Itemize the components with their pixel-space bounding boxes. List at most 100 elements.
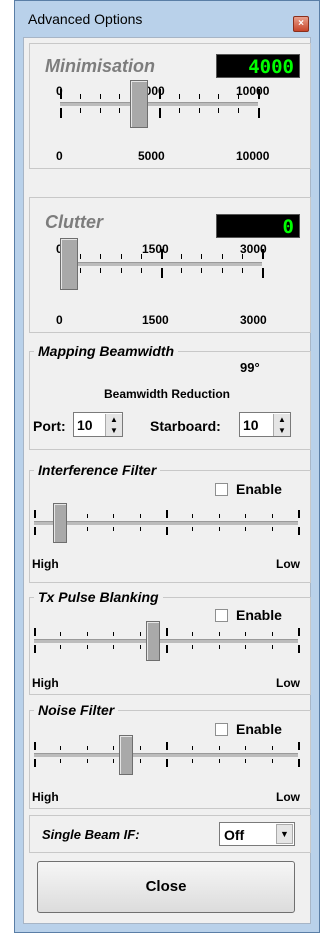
slider-track[interactable]: [34, 521, 298, 525]
slider-tick: [80, 94, 81, 99]
slider-tick: [181, 268, 182, 273]
clutter-slider[interactable]: [30, 198, 310, 332]
port-spinner[interactable]: 10 ▲ ▼: [73, 412, 123, 437]
port-up-icon[interactable]: ▲: [105, 414, 122, 425]
slider-tick: [140, 632, 141, 636]
slider-tick: [87, 746, 88, 750]
slider-tick: [100, 254, 101, 259]
slider-tick: [272, 527, 273, 531]
advanced-options-window: Advanced Options × Minimisation 4000 0 5…: [14, 0, 320, 933]
single-beam-if-select[interactable]: Off ▼: [219, 822, 295, 846]
slider-tick: [272, 759, 273, 763]
slider-tick: [181, 254, 182, 259]
mapping-beamwidth-title: Mapping Beamwidth: [34, 343, 179, 359]
slider-tick: [192, 632, 193, 636]
single-beam-if-label: Single Beam IF:: [42, 827, 140, 842]
slider-tick: [218, 94, 219, 99]
slider-tick: [298, 742, 300, 750]
slider-tick: [87, 514, 88, 518]
slider-tick: [192, 527, 193, 531]
slider-thumb[interactable]: [53, 503, 67, 543]
slider-tick: [298, 645, 300, 653]
slider-tick: [201, 268, 202, 273]
slider-tick: [298, 510, 300, 518]
slider-thumb[interactable]: [119, 735, 133, 775]
beamwidth-reduction-label: Beamwidth Reduction: [104, 387, 231, 401]
slider-tick: [87, 527, 88, 531]
tx-pulse-slider[interactable]: [30, 598, 310, 694]
slider-tick: [166, 645, 168, 653]
starboard-label: Starboard:: [150, 418, 221, 434]
starboard-up-icon[interactable]: ▲: [273, 414, 290, 425]
port-value: 10: [77, 417, 93, 433]
slider-tick: [166, 510, 168, 518]
close-button[interactable]: Close: [37, 861, 295, 913]
slider-thumb[interactable]: [130, 80, 148, 128]
slider-tick: [113, 514, 114, 518]
slider-tick: [161, 268, 163, 278]
slider-tick: [119, 94, 120, 99]
slider-tick: [113, 759, 114, 763]
beamwidth-angle: 99°: [240, 360, 260, 375]
starboard-spinner[interactable]: 10 ▲ ▼: [239, 412, 291, 437]
tx-pulse-high-label: High: [32, 676, 59, 690]
port-label: Port:: [33, 418, 66, 434]
slider-tick: [121, 254, 122, 259]
slider-tick: [245, 514, 246, 518]
slider-tick: [113, 645, 114, 649]
interference-slider[interactable]: [30, 471, 310, 582]
slider-tick: [60, 89, 62, 99]
slider-track[interactable]: [60, 262, 262, 266]
chevron-down-icon[interactable]: ▼: [276, 824, 293, 844]
slider-tick: [34, 645, 36, 653]
interference-filter-group: Interference Filter Enable High Low: [29, 462, 311, 583]
noise-high-label: High: [32, 790, 59, 804]
slider-tick: [222, 268, 223, 273]
slider-tick: [80, 108, 81, 113]
slider-track[interactable]: [34, 753, 298, 757]
slider-tick: [219, 759, 220, 763]
slider-thumb[interactable]: [60, 238, 78, 290]
slider-tick: [100, 94, 101, 99]
slider-tick: [272, 514, 273, 518]
slider-tick: [34, 742, 36, 750]
slider-tick: [87, 632, 88, 636]
slider-thumb[interactable]: [146, 621, 160, 661]
noise-filter-group: Noise Filter Enable High Low: [29, 702, 311, 809]
close-icon[interactable]: ×: [293, 16, 309, 32]
slider-tick: [34, 628, 36, 636]
noise-low-label: Low: [276, 790, 300, 804]
slider-track[interactable]: [60, 102, 258, 106]
starboard-down-icon[interactable]: ▼: [273, 425, 290, 436]
slider-track[interactable]: [34, 639, 298, 643]
slider-tick: [60, 759, 61, 763]
slider-tick: [298, 628, 300, 636]
slider-tick: [192, 645, 193, 649]
slider-tick: [272, 746, 273, 750]
slider-tick: [245, 645, 246, 649]
minimisation-scale-min-bottom: 0: [56, 149, 63, 163]
port-down-icon[interactable]: ▼: [105, 425, 122, 436]
slider-tick: [219, 514, 220, 518]
slider-tick: [201, 254, 202, 259]
slider-tick: [166, 759, 168, 767]
slider-tick: [238, 94, 239, 99]
slider-tick: [219, 632, 220, 636]
slider-tick: [272, 645, 273, 649]
single-beam-if-panel: Single Beam IF: Off ▼: [29, 815, 311, 853]
slider-tick: [245, 527, 246, 531]
slider-tick: [258, 108, 260, 118]
slider-tick: [219, 645, 220, 649]
tx-pulse-blanking-group: Tx Pulse Blanking Enable High Low: [29, 589, 311, 695]
slider-tick: [262, 249, 264, 259]
noise-slider[interactable]: [30, 711, 310, 808]
slider-tick: [298, 759, 300, 767]
clutter-panel: Clutter 0 0 1500 3000 0 1500 3000: [29, 197, 311, 333]
slider-tick: [80, 268, 81, 273]
slider-tick: [119, 108, 120, 113]
slider-tick: [140, 527, 141, 531]
title-bar[interactable]: Advanced Options ×: [15, 1, 319, 37]
slider-tick: [113, 746, 114, 750]
slider-tick: [262, 268, 264, 278]
slider-tick: [34, 759, 36, 767]
